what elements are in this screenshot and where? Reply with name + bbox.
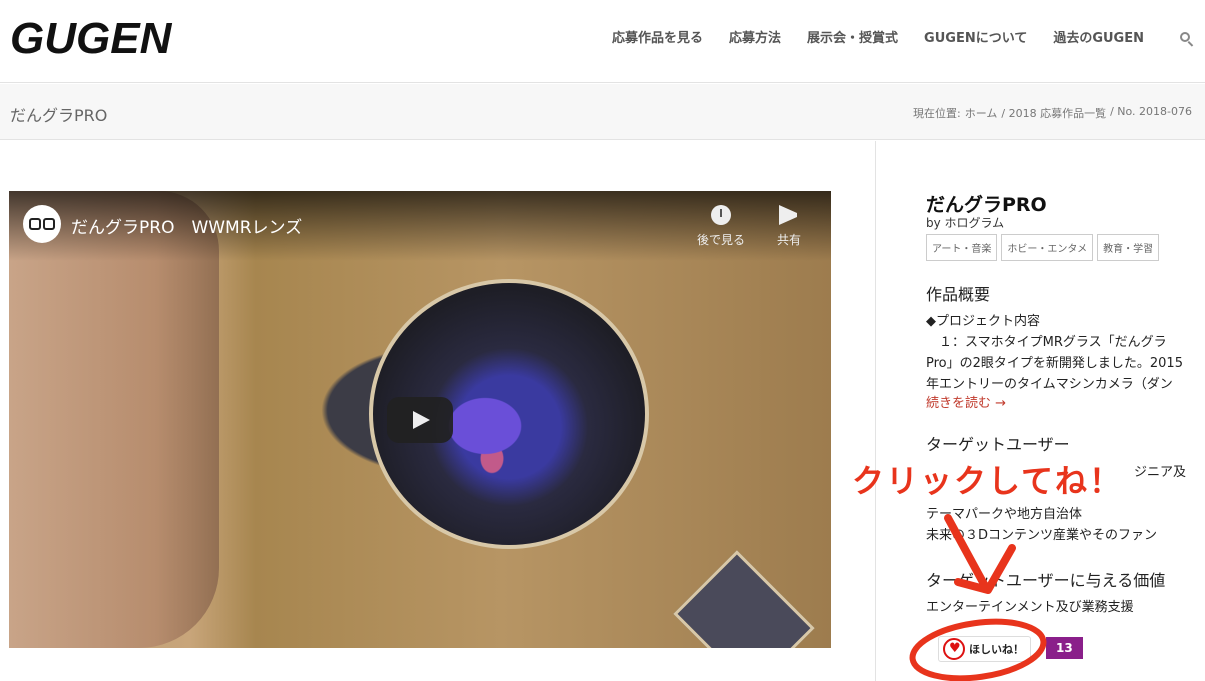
read-more-link[interactable]: 続きを読む →: [926, 392, 1006, 411]
breadcrumb-entries[interactable]: / 2018 応募作品一覧: [1001, 105, 1106, 121]
heart-icon: [943, 638, 965, 660]
watch-later-label: 後で見る: [697, 233, 746, 247]
nav-item-past[interactable]: 過去のGUGEN: [1040, 29, 1157, 49]
channel-avatar-icon[interactable]: [23, 205, 61, 243]
tag-education[interactable]: 教育・学習: [1097, 234, 1160, 261]
summary-text: ◆プロジェクト内容 １：スマホタイプMRグラス「だんグラ Pro」の2眼タイプを…: [926, 314, 1183, 392]
want-button[interactable]: ほしいね！: [938, 636, 1031, 662]
entry-title: だんグラPRO: [926, 194, 1047, 216]
page-title: だんグラPRO: [10, 106, 108, 125]
play-button[interactable]: [387, 397, 453, 443]
clock-icon: [711, 205, 731, 225]
entry-author[interactable]: by ホログラム: [926, 214, 1004, 231]
video-title[interactable]: だんグラPRO WWMRレンズ: [71, 213, 302, 238]
breadcrumb-current: / No. 2018-076: [1110, 105, 1192, 118]
target-heading: ターゲットユーザー: [926, 435, 1070, 454]
tag-art-music[interactable]: アート・音楽: [926, 234, 998, 261]
nav-item-entries[interactable]: 応募作品を見る: [599, 29, 716, 49]
want-widget: ほしいね！ 13: [938, 636, 1083, 662]
site-header: GUGEN 応募作品を見る 応募方法 展示会・授賞式 GUGENについて 過去の…: [0, 0, 1205, 83]
share-button[interactable]: 共有: [777, 205, 801, 248]
sidebar-divider: [875, 141, 876, 681]
video-frame-second-hole: [673, 550, 815, 648]
click-here-annotation: クリックしてね！: [852, 462, 1124, 500]
value-text: エンターテインメント及び業務支援: [926, 600, 1134, 615]
share-label: 共有: [777, 233, 802, 247]
share-icon: [779, 205, 799, 225]
target-text: テーマパークや地方自治体 未来の３Dコンテンツ産業やそのファン: [926, 507, 1158, 543]
watch-later-button[interactable]: 後で見る: [697, 205, 745, 248]
nav-item-how-to-apply[interactable]: 応募方法: [716, 29, 794, 49]
summary-heading: 作品概要: [926, 285, 991, 304]
video-player[interactable]: だんグラPRO WWMRレンズ 後で見る 共有: [9, 191, 831, 648]
nav-item-exhibition[interactable]: 展示会・授賞式: [794, 29, 911, 49]
want-count-badge: 13: [1046, 637, 1083, 659]
tag-hobby-entertainment[interactable]: ホビー・エンタメ: [1001, 234, 1094, 261]
main-nav: 応募作品を見る 応募方法 展示会・授賞式 GUGENについて 過去のGUGEN: [599, 29, 1157, 49]
search-icon[interactable]: [1179, 31, 1195, 47]
entry-tags: アート・音楽 ホビー・エンタメ 教育・学習: [926, 234, 1160, 261]
breadcrumb-label: 現在位置:: [912, 107, 961, 120]
site-logo[interactable]: GUGEN: [10, 14, 171, 64]
value-heading: ターゲットユーザーに与える価値: [926, 571, 1166, 590]
breadcrumb-home[interactable]: ホーム: [965, 105, 998, 121]
want-label: ほしいね！: [969, 643, 1024, 656]
title-bar: だんグラPRO 現在位置: ホーム / 2018 応募作品一覧 / No. 20…: [0, 84, 1205, 140]
breadcrumb: 現在位置: ホーム / 2018 応募作品一覧 / No. 2018-076: [913, 105, 1192, 121]
nav-item-about[interactable]: GUGENについて: [911, 29, 1040, 49]
